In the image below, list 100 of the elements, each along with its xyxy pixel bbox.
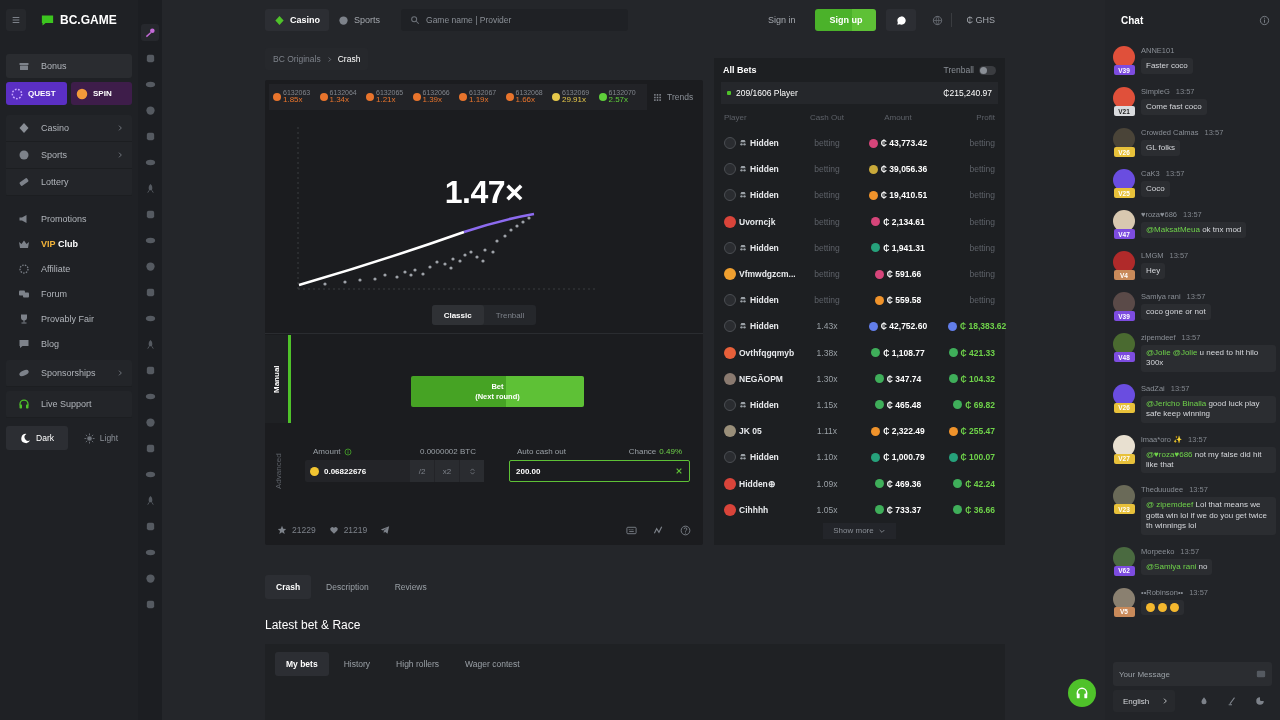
sidebar-item[interactable]: Casino <box>6 115 132 142</box>
theme-toggle[interactable]: Light <box>70 426 132 450</box>
player-name: Hidden <box>750 164 779 175</box>
headset-icon <box>1075 686 1089 700</box>
heart-icon[interactable] <box>328 525 339 535</box>
currency-selector[interactable]: ₵ GHS <box>960 14 1001 26</box>
sun-icon <box>83 432 95 444</box>
moon-icon <box>20 432 31 444</box>
diamond-icon <box>274 14 285 26</box>
chat-toggle-button[interactable] <box>886 9 917 31</box>
share-icon[interactable] <box>380 525 391 535</box>
player-name: Hidden⊕ <box>739 478 776 489</box>
coin-icon <box>948 321 957 331</box>
sidebar-item[interactable]: Promotions <box>6 206 132 231</box>
sidebar-item[interactable]: Affiliate <box>6 256 132 281</box>
game-category-button[interactable] <box>141 24 159 41</box>
message-input[interactable]: Your Message <box>1119 669 1256 679</box>
star-icon[interactable] <box>277 525 287 535</box>
profit-value: ₵ 36.66 <box>965 504 995 515</box>
bet-amount: ₵ 1,941.31 <box>883 242 925 253</box>
cash-out-value: betting <box>813 216 841 227</box>
message-bubble: Come fast coco <box>1141 99 1207 116</box>
profit-value: betting <box>969 295 995 306</box>
keyboard-icon[interactable] <box>626 524 637 536</box>
cash-out-value: betting <box>813 164 841 175</box>
sidebar-item[interactable]: Sponsorships <box>6 360 132 387</box>
search-field[interactable]: Game name | Provider <box>401 9 629 31</box>
player-name: Hidden <box>750 190 779 201</box>
message-bubble: @Jolie @Jolie u need to hit hilo 300x <box>1141 345 1276 372</box>
incognito-icon <box>739 453 747 462</box>
language-selector[interactable]: English <box>1113 690 1175 712</box>
promo-card[interactable]: QUEST <box>6 82 67 105</box>
bet-mode-tab[interactable]: Manual <box>265 335 291 423</box>
auto-cash-out-field[interactable]: 200.00 <box>509 460 690 482</box>
search-input[interactable]: Game name | Provider <box>426 15 607 25</box>
bet-amount: ₵ 2,322.49 <box>883 426 925 437</box>
nav-tab[interactable]: Casino <box>265 9 329 31</box>
sidebar-item[interactable]: Provably Fair <box>6 306 132 331</box>
message-field[interactable]: Your Message <box>1113 662 1272 686</box>
globe-icon[interactable] <box>932 14 944 26</box>
profit-value: ₵ 69.82 <box>965 399 995 410</box>
sidebar-item[interactable]: Blog <box>6 331 132 356</box>
bet-amount: ₵ 19,410.51 <box>880 190 928 201</box>
help-icon[interactable] <box>680 524 691 536</box>
message-bubble: @♥roza♥686 not my false did hit like that <box>1141 446 1276 474</box>
halve-button[interactable]: /2 <box>410 460 434 482</box>
coin-icon <box>868 164 878 174</box>
promo-card[interactable]: SPIN <box>71 82 132 105</box>
profit-value: ₵ 421.33 <box>960 347 995 358</box>
support-button[interactable] <box>1068 679 1096 707</box>
likes-count: 21219 <box>343 525 368 535</box>
message-bubble: coco gone or not <box>1141 304 1211 321</box>
content-tab[interactable]: Reviews <box>383 575 438 599</box>
cash-out-value: 1.05x <box>815 504 839 515</box>
toggle-switch[interactable] <box>979 65 996 75</box>
ball-icon <box>144 417 156 428</box>
content-tab[interactable]: Description <box>315 575 380 599</box>
player-name: Ovthfqgqmyb <box>739 347 795 358</box>
nav-tab[interactable]: Sports <box>329 9 390 31</box>
chart-icon[interactable] <box>653 524 664 536</box>
stepper-button[interactable] <box>460 460 484 482</box>
sidebar-item[interactable]: VIP Club <box>6 231 132 256</box>
amount-field[interactable]: 0.06822676 <box>305 466 409 476</box>
coin-icon <box>948 374 958 384</box>
player-name: Hidden <box>750 138 779 149</box>
bets-tab[interactable]: Wager contest <box>454 652 531 676</box>
coin-icon <box>874 400 884 410</box>
breadcrumb-link[interactable]: BC Originals <box>273 54 321 64</box>
bonus-button[interactable]: Bonus <box>6 54 132 78</box>
column-header: Player <box>724 112 748 122</box>
bets-tab[interactable]: History <box>332 652 382 676</box>
close-icon[interactable] <box>675 467 683 475</box>
coin-icon <box>310 466 319 476</box>
trends-button[interactable]: Trends <box>647 91 700 103</box>
round-multiplier: 1.66x <box>515 96 537 105</box>
menu-button[interactable] <box>6 9 26 31</box>
content-tab[interactable]: Crash <box>265 575 312 599</box>
bet-amount: ₵ 39,056.36 <box>880 164 928 175</box>
sidebar-item[interactable]: Live Support <box>6 391 132 418</box>
sidebar-item[interactable]: Lottery <box>6 169 132 196</box>
bet-amount: ₵ 1,108.77 <box>883 347 925 358</box>
coin-icon <box>871 426 881 436</box>
coin-icon <box>874 505 884 515</box>
breadcrumb-link[interactable]: Crash <box>337 54 361 64</box>
sign-in-link[interactable]: Sign in <box>761 14 802 26</box>
mode-tab[interactable]: Classic <box>431 305 484 325</box>
toggle-label: Trenball <box>943 65 974 75</box>
info-icon[interactable] <box>1259 14 1270 26</box>
double-button[interactable]: x2 <box>435 460 459 482</box>
mode-tab[interactable]: Trenball <box>483 305 537 325</box>
bets-tab[interactable]: My bets <box>275 652 329 676</box>
theme-toggle[interactable]: Dark <box>6 426 68 450</box>
show-more-button[interactable]: Show more <box>823 522 896 539</box>
bet-amount: ₵ 43,773.42 <box>880 138 928 149</box>
bet-amount: ₵ 42,752.60 <box>880 321 928 332</box>
bets-tab[interactable]: High rollers <box>385 652 451 676</box>
drop-icon[interactable] <box>1199 696 1209 706</box>
sidebar-item[interactable]: Sports <box>6 142 132 169</box>
sidebar-item[interactable]: Forum <box>6 281 132 306</box>
cash-out-value: 1.30x <box>815 373 839 384</box>
